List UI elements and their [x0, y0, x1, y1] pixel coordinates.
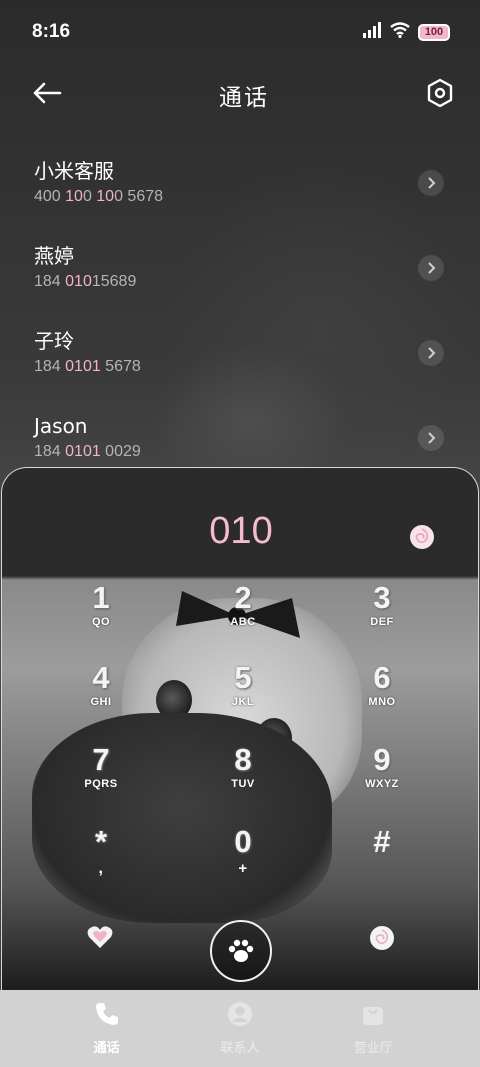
nav-label: 通话 [93, 1041, 120, 1056]
contact-name: 燕婷 [34, 243, 74, 268]
key-3[interactable]: 3 DEF [327, 580, 437, 650]
contact-number: 400 100 100 5678 [34, 187, 164, 205]
contact-number: 184 0101 0029 [34, 442, 141, 460]
nav-tab-service-hall[interactable]: 营业厅 [313, 1001, 433, 1056]
call-button[interactable] [210, 920, 272, 982]
key-6[interactable]: 6 MNO [327, 660, 437, 730]
settings-hexagon-icon[interactable] [426, 78, 454, 112]
contact-row[interactable]: 小米客服 400 100 100 5678 [0, 140, 480, 225]
key-1[interactable]: 1 QO [46, 580, 156, 650]
battery-indicator: 100 [418, 23, 450, 41]
person-icon [227, 1001, 253, 1031]
bag-icon [360, 1001, 386, 1031]
key-2[interactable]: 2 ABC [188, 580, 298, 650]
dial-panel: 010 1 QO 2 ABC 3 DEF 4 GHI 5 JKL 6 MNO 7… [1, 467, 479, 990]
contact-info: 子玲 184 0101 5678 [34, 328, 141, 378]
contact-info: 小米客服 400 100 100 5678 [34, 158, 163, 208]
chevron-right-icon[interactable] [418, 169, 444, 196]
header: 通话 [0, 70, 480, 120]
rose-icon[interactable] [408, 523, 436, 551]
bottom-navigation: 通话 联系人 营业厅 [0, 990, 480, 1067]
wifi-icon [390, 22, 410, 42]
contact-number: 184 01015689 [34, 272, 137, 290]
key-hash[interactable]: # [327, 824, 437, 894]
contact-suggestion-list: 小米客服 400 100 100 5678 燕婷 184 01015689 子玲… [0, 140, 480, 480]
page-title: 通话 [219, 85, 269, 111]
contact-name: Jason [34, 413, 88, 438]
phone-icon [94, 1001, 120, 1031]
key-7[interactable]: 7 PQRS [46, 742, 156, 812]
nav-label: 营业厅 [353, 1041, 393, 1056]
paw-icon [228, 939, 254, 962]
heart-icon[interactable] [86, 924, 114, 950]
chevron-right-icon[interactable] [418, 254, 444, 281]
key-9[interactable]: 9 WXYZ [327, 742, 437, 812]
contact-name: 子玲 [34, 328, 74, 353]
status-bar: 8:16 100 [0, 0, 480, 64]
back-arrow-icon[interactable] [32, 81, 62, 109]
status-time: 8:16 [32, 21, 71, 42]
key-0[interactable]: 0 + [188, 824, 298, 894]
status-icons: 100 [362, 22, 450, 42]
nav-label: 联系人 [220, 1041, 260, 1056]
chevron-right-icon[interactable] [418, 339, 444, 366]
contact-row[interactable]: 子玲 184 0101 5678 [0, 310, 480, 395]
key-4[interactable]: 4 GHI [46, 660, 156, 730]
key-5[interactable]: 5 JKL [188, 660, 298, 730]
key-8[interactable]: 8 TUV [188, 742, 298, 812]
key-star[interactable]: * , [46, 824, 156, 894]
nav-tab-contacts[interactable]: 联系人 [180, 1001, 300, 1056]
rose-icon[interactable] [368, 924, 396, 952]
chevron-right-icon[interactable] [418, 424, 444, 451]
signal-icon [362, 22, 382, 42]
contact-row[interactable]: 燕婷 184 01015689 [0, 225, 480, 310]
contact-number: 184 0101 5678 [34, 357, 141, 375]
contact-info: 燕婷 184 01015689 [34, 243, 136, 293]
contact-name: 小米客服 [34, 158, 114, 183]
nav-tab-calls[interactable]: 通话 [47, 1001, 167, 1056]
contact-info: Jason 184 0101 0029 [34, 413, 141, 463]
